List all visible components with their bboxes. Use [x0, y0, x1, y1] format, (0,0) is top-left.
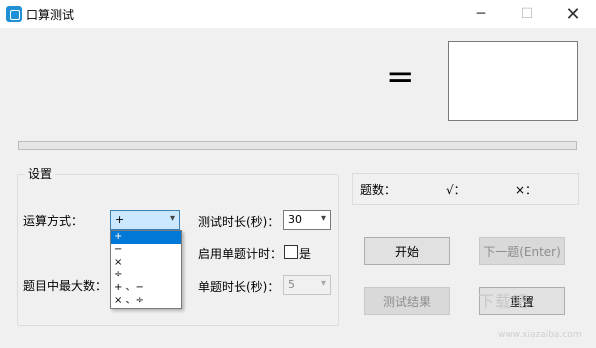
- operation-select-value: +: [115, 213, 125, 226]
- title-bar: 口算测试 ─ ☐ ✕: [0, 0, 596, 28]
- answer-display: [448, 41, 578, 121]
- app-icon: [6, 6, 22, 22]
- close-button[interactable]: ✕: [550, 0, 596, 28]
- per-question-value: 5: [288, 278, 295, 291]
- test-results-button[interactable]: 测试结果: [364, 287, 450, 315]
- dropdown-option[interactable]: −: [111, 244, 181, 257]
- maximize-button[interactable]: ☐: [504, 0, 550, 28]
- test-duration-select[interactable]: 30 ▾: [283, 210, 331, 230]
- operation-dropdown-list: + − × ÷ + 、− × 、÷: [110, 230, 182, 309]
- progress-bar: [18, 141, 577, 150]
- test-duration-value: 30: [288, 213, 302, 226]
- max-number-label: 题目中最大数：: [23, 279, 108, 293]
- correct-count-label: √：: [446, 183, 466, 197]
- window-title: 口算测试: [26, 8, 75, 22]
- start-button[interactable]: 开始: [364, 237, 450, 265]
- operation-select[interactable]: + ▾: [110, 210, 180, 230]
- enable-timer-checkbox-label[interactable]: 是: [299, 245, 311, 262]
- operation-label: 运算方式：: [23, 214, 84, 228]
- per-question-label: 单题时长(秒)：: [198, 280, 280, 294]
- enable-timer-checkbox[interactable]: [284, 245, 298, 259]
- wrong-count-label: ×：: [515, 183, 538, 197]
- enable-timer-label: 启用单题计时：: [198, 247, 283, 261]
- watermark-url: www.xiazaiba.com: [498, 330, 582, 340]
- per-question-select[interactable]: 5 ▾: [283, 275, 331, 295]
- test-duration-label: 测试时长(秒)：: [198, 215, 280, 229]
- chevron-down-icon: ▾: [320, 278, 326, 289]
- total-count-label: 题数：: [360, 183, 397, 197]
- chevron-down-icon: ▾: [320, 213, 326, 224]
- chevron-down-icon: ▾: [169, 213, 175, 224]
- watermark-logo: 下载吧: [478, 292, 530, 311]
- dropdown-option[interactable]: ÷: [111, 269, 181, 282]
- dropdown-option[interactable]: ×: [111, 257, 181, 270]
- next-question-button[interactable]: 下一题(Enter): [479, 237, 565, 265]
- minimize-button[interactable]: ─: [458, 0, 504, 28]
- dropdown-option[interactable]: × 、÷: [111, 295, 181, 308]
- dropdown-option[interactable]: +: [111, 231, 181, 244]
- dropdown-option[interactable]: + 、−: [111, 282, 181, 295]
- settings-legend: 设置: [25, 165, 56, 182]
- equals-sign: =: [386, 57, 415, 97]
